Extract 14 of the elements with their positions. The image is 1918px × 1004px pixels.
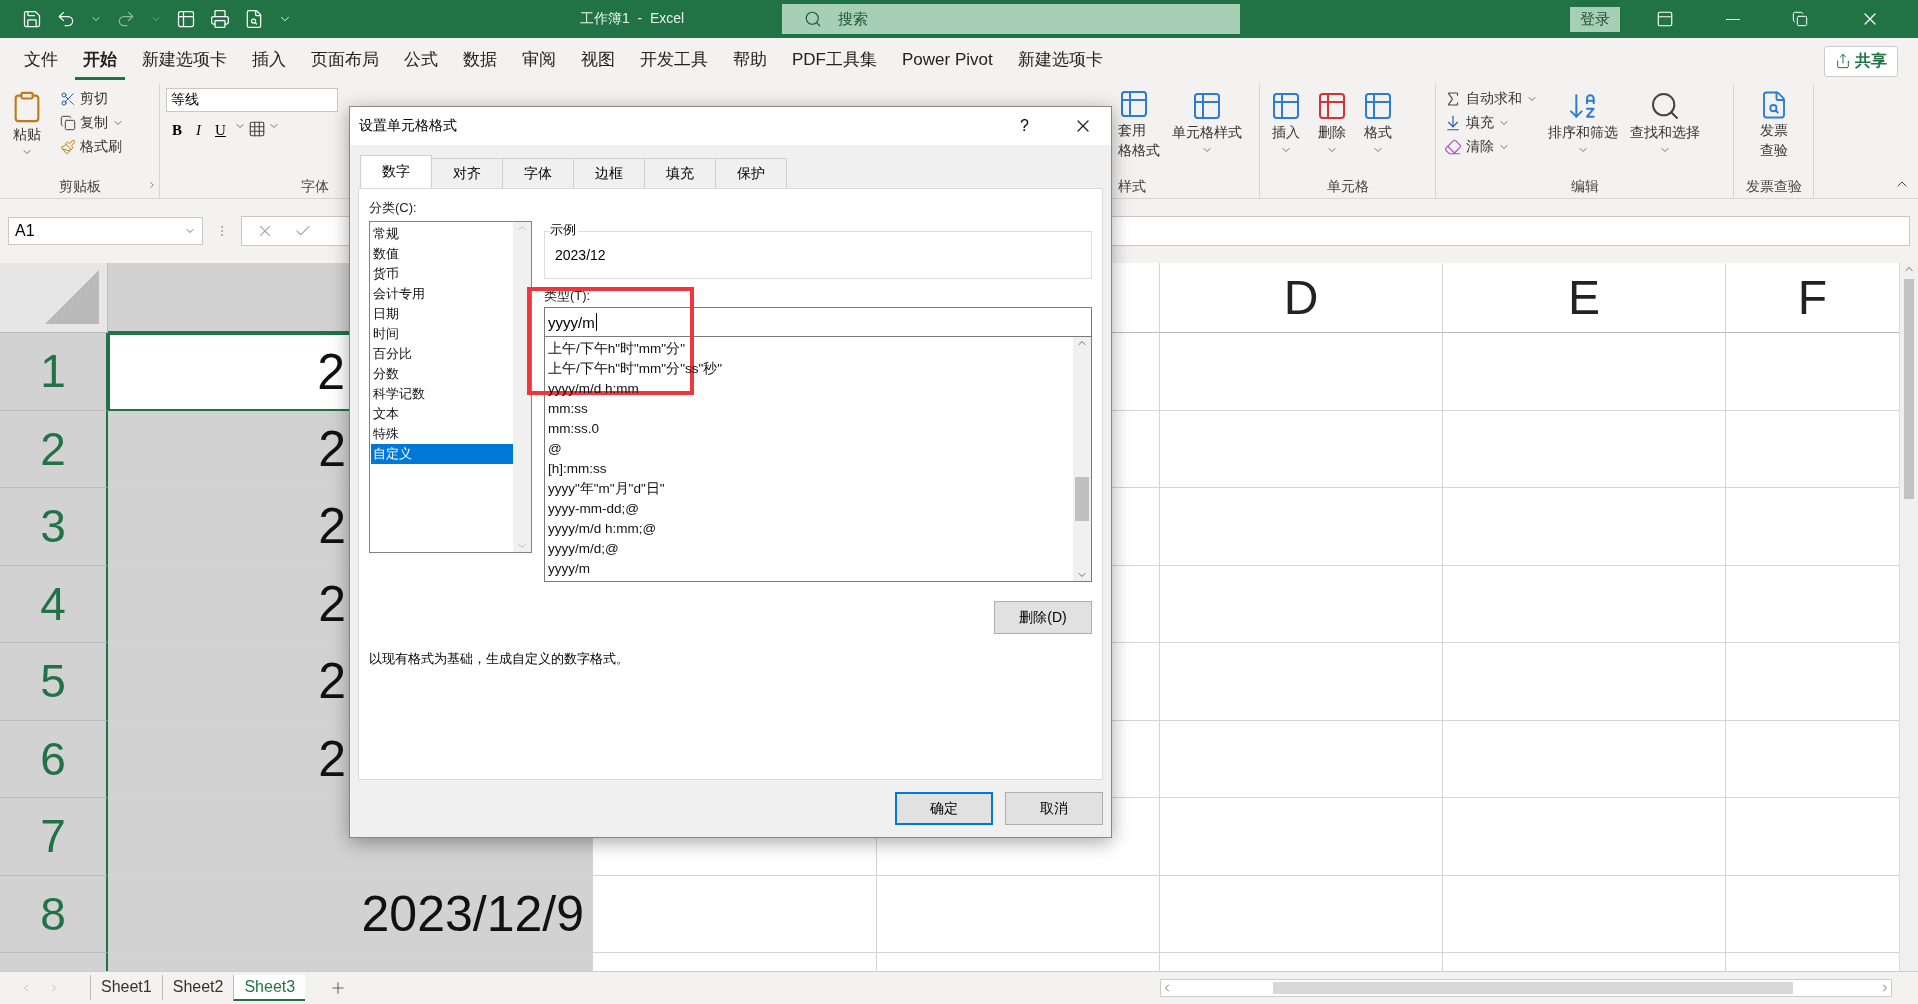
group-label: 剪贴板 — [58, 178, 101, 196]
input-value: yyyy/m — [548, 313, 595, 331]
group-label: 字体 — [301, 178, 329, 196]
sample-label: 示例 — [550, 221, 578, 239]
group-label: 样式 — [1118, 178, 1146, 196]
group-label: 发票查验 — [1745, 178, 1802, 196]
table-cell: 2023/12/9 — [108, 875, 593, 953]
sample-value: 2023/12 — [555, 247, 606, 263]
group-label: 单元格 — [1326, 178, 1369, 196]
dialog-title: 设置单元格格式 — [359, 117, 458, 135]
cell-reference: A1 — [15, 222, 35, 240]
group-label: 编辑 — [1570, 178, 1599, 196]
category-label: 分类(C): — [369, 199, 418, 217]
window-title: 工作簿1 - Excel — [578, 10, 686, 28]
